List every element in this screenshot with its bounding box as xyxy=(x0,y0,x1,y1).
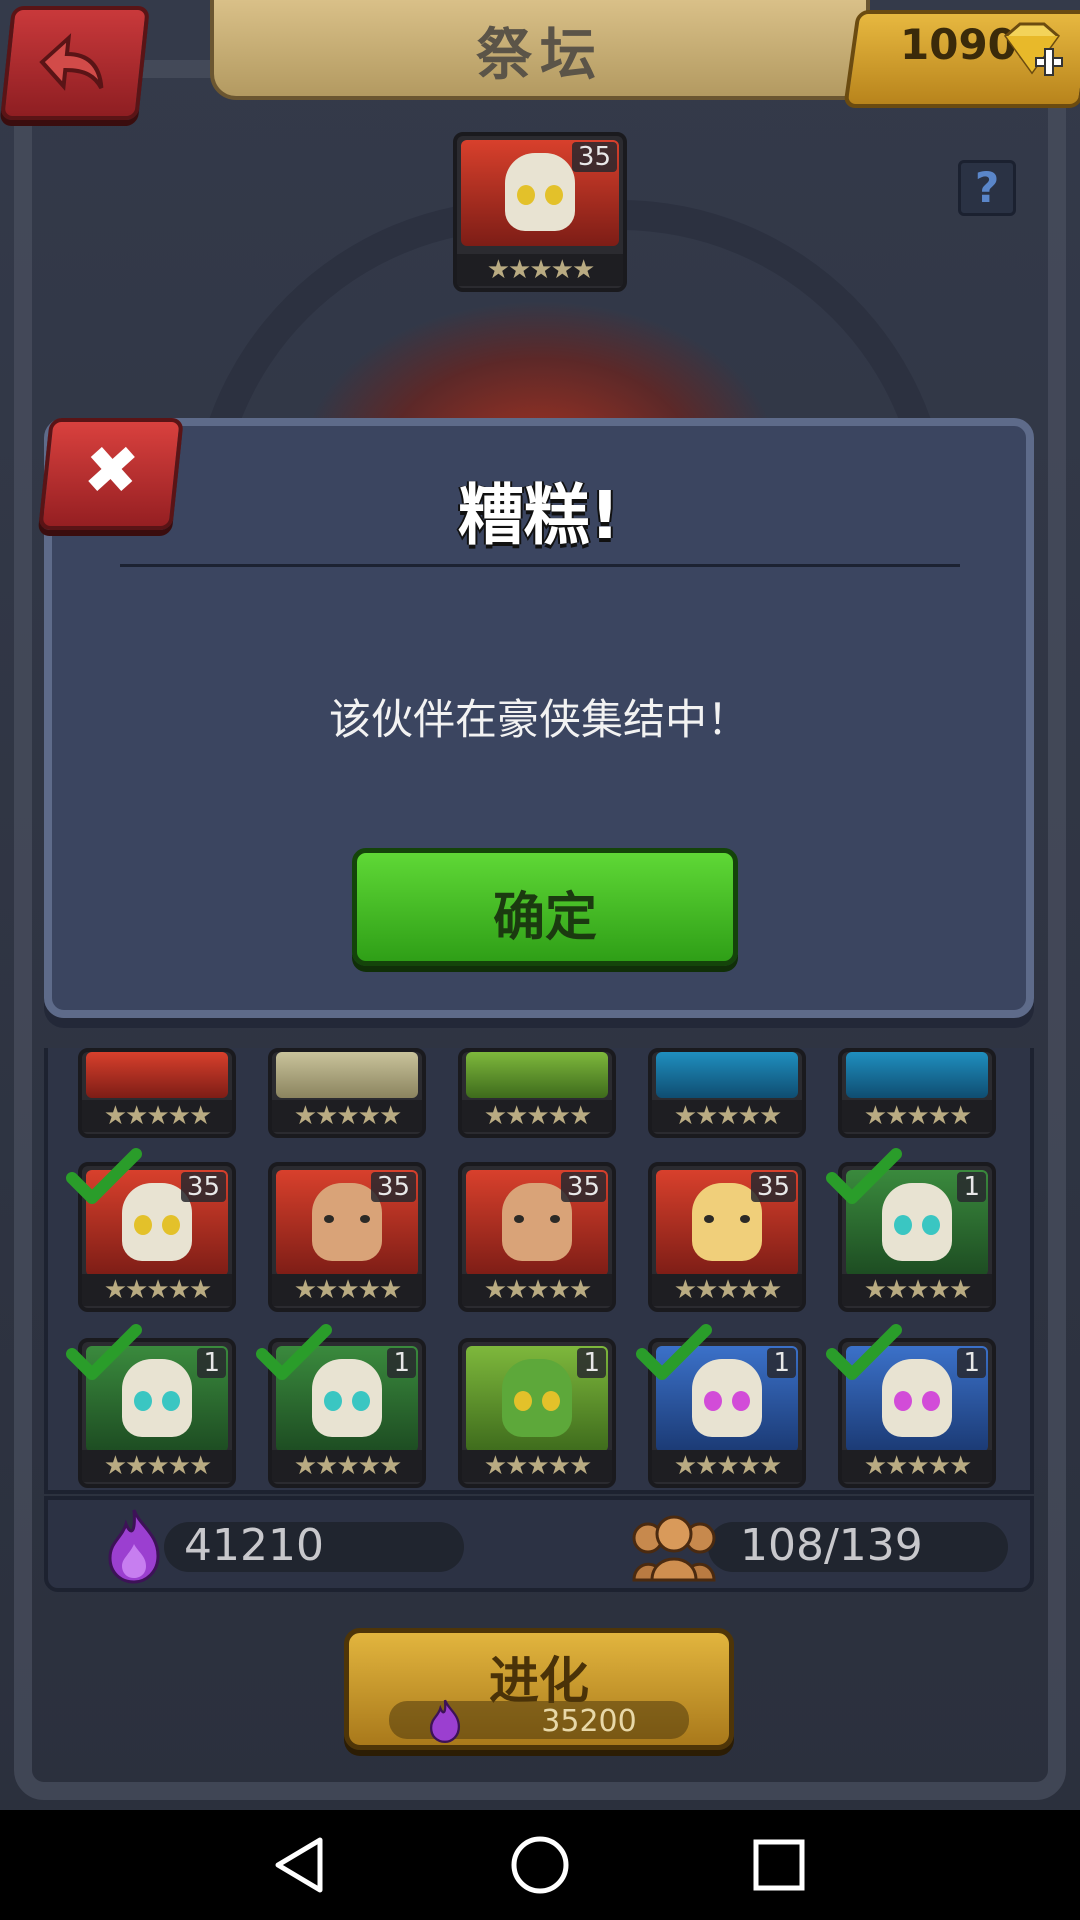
dialog-title: 糟糕! xyxy=(457,477,621,554)
hero-stars: ★★★★★ xyxy=(457,254,623,286)
close-button[interactable]: ✖ xyxy=(38,418,184,530)
hero-card[interactable]: 1 ★★★★★ xyxy=(458,1338,616,1488)
hero-level: 1 xyxy=(957,1348,986,1378)
confirm-label: 确定 xyxy=(492,888,597,948)
back-icon[interactable] xyxy=(268,1832,334,1898)
hero-level: 35 xyxy=(180,1172,226,1202)
hero-card[interactable]: 35 ★★★★★ xyxy=(458,1162,616,1312)
hero-grid[interactable]: ★★★★★ ★★★★★ ★★★★★ ★★★★★ ★★★★★ 35 ★★★★★ 3… xyxy=(44,1048,1034,1494)
hero-portrait xyxy=(656,1052,798,1098)
hero-stars: ★★★★★ xyxy=(462,1274,612,1306)
hero-level: 1 xyxy=(387,1348,416,1378)
hero-level: 1 xyxy=(577,1348,606,1378)
hero-portrait xyxy=(846,1052,988,1098)
team-icon xyxy=(632,1515,716,1582)
hero-stars: ★★★★★ xyxy=(462,1450,612,1482)
hero-card[interactable]: ★★★★★ xyxy=(458,1048,616,1138)
home-icon[interactable] xyxy=(507,1832,573,1898)
altar-screen: 祭坛 10903 ? 35 ★★★★★ ★★★★★ ★★★★★ ★★★★★ ★★… xyxy=(0,0,1080,1810)
dialog-divider xyxy=(120,564,960,567)
hero-level: 1 xyxy=(957,1172,986,1202)
hero-level: 35 xyxy=(571,142,617,172)
hero-stars: ★★★★★ xyxy=(272,1100,422,1132)
hero-stars: ★★★★★ xyxy=(652,1450,802,1482)
hero-card[interactable]: ★★★★★ xyxy=(838,1048,996,1138)
check-icon xyxy=(826,1324,902,1380)
hero-card[interactable]: 35 ★★★★★ xyxy=(268,1162,426,1312)
gem-plus-icon[interactable] xyxy=(1000,22,1064,80)
hero-portrait xyxy=(86,1052,228,1098)
help-button[interactable]: ? xyxy=(958,160,1016,216)
hero-portrait xyxy=(466,1052,608,1098)
hero-card[interactable]: ★★★★★ xyxy=(78,1048,236,1138)
hero-stars: ★★★★★ xyxy=(842,1450,992,1482)
purple-flame-icon xyxy=(108,1509,160,1584)
hero-stars: ★★★★★ xyxy=(272,1274,422,1306)
confirm-button[interactable]: 确定 xyxy=(352,848,738,966)
resource-bar: 41210 108/139 xyxy=(44,1496,1034,1592)
dialog-message: 该伙伴在豪侠集结中！ xyxy=(328,695,749,744)
hero-level: 35 xyxy=(560,1172,606,1202)
check-icon xyxy=(636,1324,712,1380)
hero-stars: ★★★★★ xyxy=(842,1274,992,1306)
page-title: 祭坛 xyxy=(476,23,604,88)
close-icon: ✖ xyxy=(79,432,144,509)
hero-stars: ★★★★★ xyxy=(82,1450,232,1482)
hero-stars: ★★★★★ xyxy=(652,1274,802,1306)
back-arrow-icon xyxy=(39,33,104,91)
hero-portrait xyxy=(276,1052,418,1098)
skull-face-icon xyxy=(505,153,575,231)
roster-count: 108/139 xyxy=(740,1520,923,1571)
hero-stars: ★★★★★ xyxy=(462,1100,612,1132)
check-icon xyxy=(66,1324,142,1380)
altar-hero-card[interactable]: 35 ★★★★★ xyxy=(453,132,627,292)
hero-stars: ★★★★★ xyxy=(82,1100,232,1132)
hero-stars: ★★★★★ xyxy=(82,1274,232,1306)
system-nav-bar xyxy=(0,1810,1080,1920)
hero-level: 35 xyxy=(370,1172,416,1202)
hero-level: 1 xyxy=(197,1348,226,1378)
hero-level: 1 xyxy=(767,1348,796,1378)
evolve-cost: 35200 xyxy=(541,1704,637,1739)
essence-count: 41210 xyxy=(184,1520,324,1571)
evolve-button[interactable]: 进化 35200 xyxy=(344,1628,734,1750)
check-icon xyxy=(826,1148,902,1204)
hero-card[interactable]: ★★★★★ xyxy=(648,1048,806,1138)
hero-card[interactable]: 35 ★★★★★ xyxy=(648,1162,806,1312)
check-icon xyxy=(66,1148,142,1204)
hero-level: 35 xyxy=(750,1172,796,1202)
hero-card[interactable]: ★★★★★ xyxy=(268,1048,426,1138)
hero-stars: ★★★★★ xyxy=(842,1100,992,1132)
title-banner: 祭坛 xyxy=(210,0,870,100)
check-icon xyxy=(256,1324,332,1380)
hero-stars: ★★★★★ xyxy=(652,1100,802,1132)
back-button[interactable] xyxy=(0,6,150,120)
croc-face-icon xyxy=(502,1359,572,1437)
recents-icon[interactable] xyxy=(746,1832,812,1898)
hero-stars: ★★★★★ xyxy=(272,1450,422,1482)
